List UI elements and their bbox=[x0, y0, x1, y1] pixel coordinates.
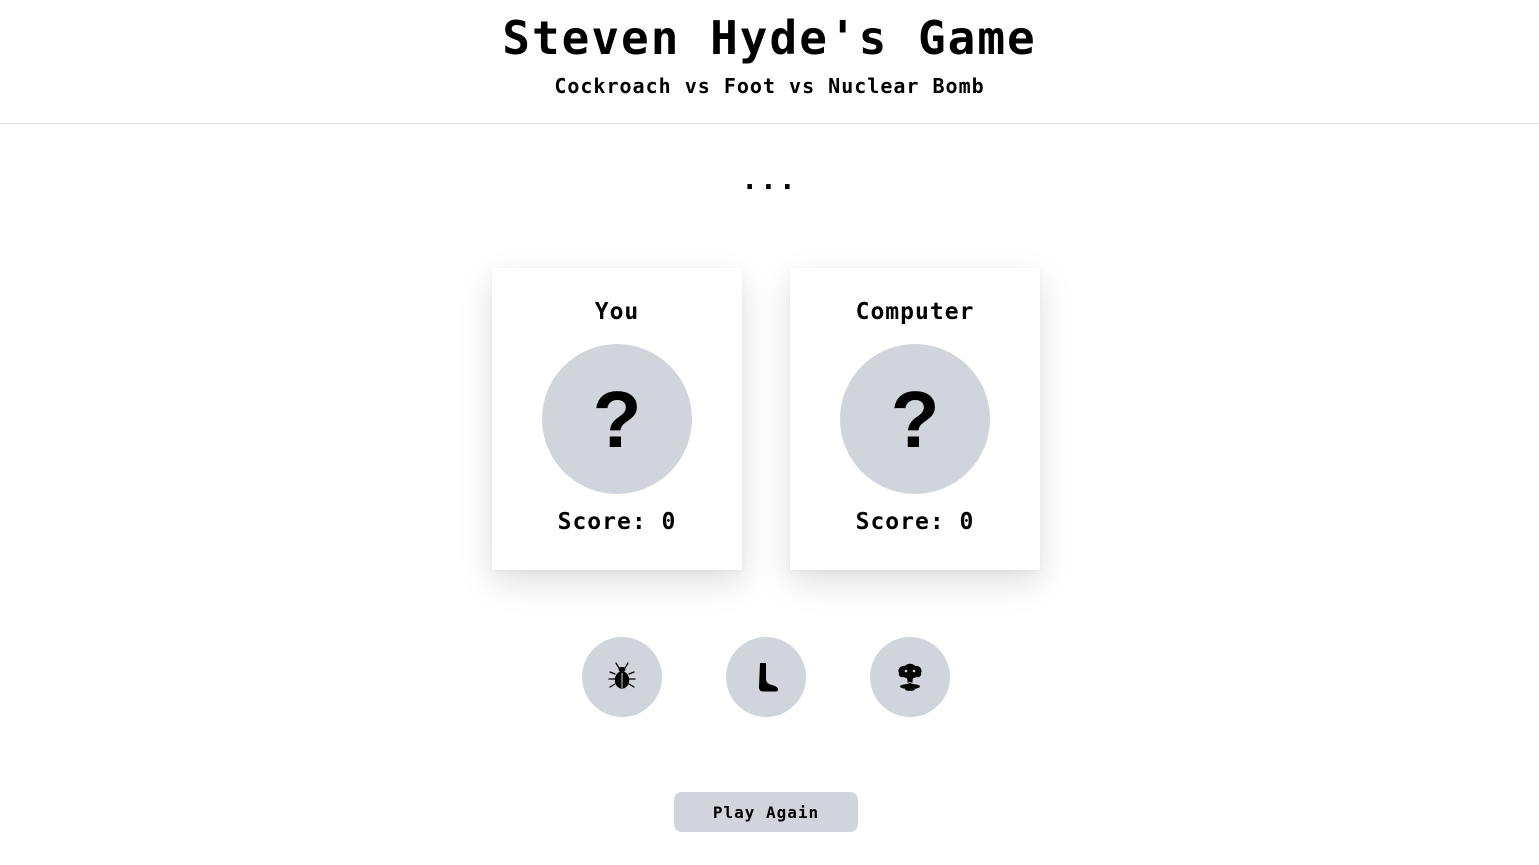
player-card: You ? Score: 0 bbox=[492, 268, 742, 570]
header: Steven Hyde's Game Cockroach vs Foot vs … bbox=[0, 0, 1539, 124]
computer-card: Computer ? Score: 0 bbox=[790, 268, 1040, 570]
nuclear-bomb-icon bbox=[898, 663, 922, 691]
computer-name: Computer bbox=[855, 299, 975, 325]
question-mark-icon: ? bbox=[592, 375, 642, 464]
player-name: You bbox=[594, 299, 640, 325]
game-title: Steven Hyde's Game bbox=[502, 11, 1037, 65]
play-again-button[interactable]: Play Again bbox=[674, 792, 858, 832]
cockroach-icon bbox=[608, 662, 636, 689]
game-subtitle: Cockroach vs Foot vs Nuclear Bomb bbox=[554, 74, 985, 98]
nuclear-bomb-button[interactable] bbox=[870, 637, 950, 717]
foot-button[interactable] bbox=[726, 637, 806, 717]
computer-score: Score: 0 bbox=[855, 509, 975, 535]
question-mark-icon: ? bbox=[890, 375, 940, 464]
foot-icon bbox=[759, 663, 778, 692]
player-choice-display: ? bbox=[542, 344, 692, 494]
cockroach-button[interactable] bbox=[582, 637, 662, 717]
computer-choice-display: ? bbox=[840, 344, 990, 494]
player-score: Score: 0 bbox=[557, 509, 677, 535]
round-status: ... bbox=[741, 163, 798, 196]
